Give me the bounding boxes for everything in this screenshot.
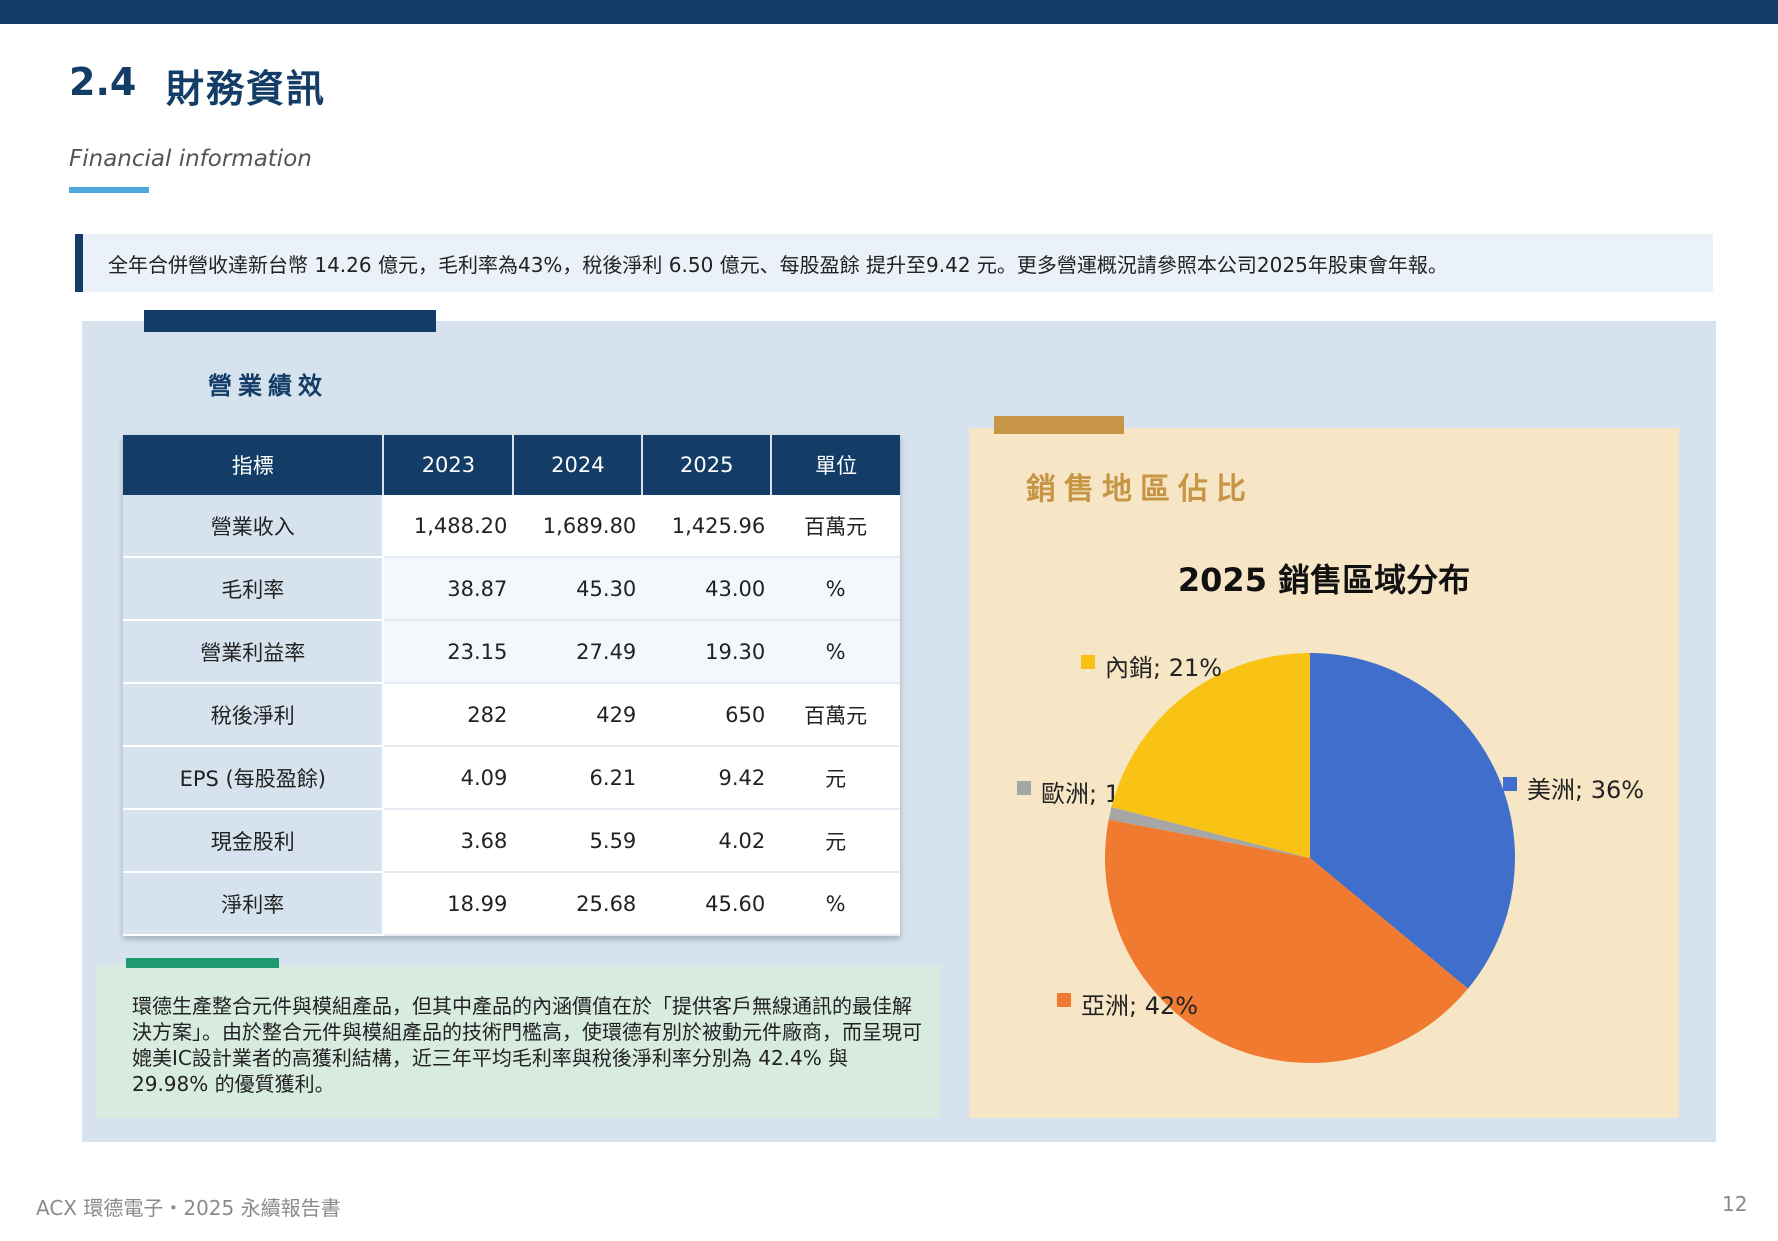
performance-table: 指標 2023 2024 2025 單位 營業收入 1,488.20 1,689… (123, 435, 900, 936)
cell-unit: 元 (771, 809, 900, 873)
note-tab (126, 958, 279, 968)
cell-2025: 9.42 (642, 746, 772, 810)
table-row: 營業收入 1,488.20 1,689.80 1,425.96 百萬元 (123, 495, 900, 558)
top-banner (0, 0, 1778, 24)
column-header: 單位 (771, 435, 900, 495)
table-row: 營業利益率 23.15 27.49 19.30 % (123, 620, 900, 684)
summary-text: 全年合併營收達新台幣 14.26 億元，毛利率為43%，稅後淨利 6.50 億元… (108, 253, 1448, 277)
cell-2025: 650 (642, 683, 772, 747)
summary-accent-bar (75, 234, 83, 292)
cell-2023: 282 (383, 683, 514, 747)
cell-2023: 3.68 (383, 809, 514, 873)
section-title: 財務資訊 (166, 67, 327, 111)
pie-data-label-0: 美洲; 36% (1527, 776, 1644, 804)
cell-2024: 25.68 (513, 872, 643, 936)
section-number: 2.4 (69, 60, 137, 104)
pie-label-marker-1 (1057, 993, 1071, 1007)
performance-title: 營業績效 (208, 372, 328, 400)
section-subtitle: Financial information (69, 146, 312, 172)
cell-unit: 元 (771, 746, 900, 810)
cell-unit: 百萬元 (771, 683, 900, 747)
row-label: 營業收入 (123, 495, 385, 558)
cell-2025: 43.00 (642, 557, 772, 621)
note-text: 環德生產整合元件與模組產品，但其中產品的內涵價值在於「提供客戶無線通訊的最佳解決… (132, 994, 922, 1096)
column-header: 2023 (383, 435, 515, 495)
pie-data-label-1: 亞洲; 42% (1081, 992, 1198, 1020)
table-row: 淨利率 18.99 25.68 45.60 % (123, 872, 900, 936)
column-header: 2025 (642, 435, 773, 495)
pie-label-marker-2 (1017, 781, 1031, 795)
pie-label-marker-0 (1503, 777, 1517, 791)
cell-2025: 45.60 (642, 872, 772, 936)
cell-2024: 1,689.80 (513, 495, 643, 558)
cell-unit: 百萬元 (771, 495, 900, 558)
row-label: 稅後淨利 (123, 683, 385, 747)
column-header: 2024 (513, 435, 644, 495)
cell-2025: 4.02 (642, 809, 772, 873)
table-row: 現金股利 3.68 5.59 4.02 元 (123, 809, 900, 873)
cell-2024: 429 (513, 683, 643, 747)
panel-tab (144, 310, 436, 332)
cell-2023: 1,488.20 (383, 495, 514, 558)
cell-2025: 19.30 (642, 620, 772, 684)
footer-report-name: ACX 環德電子・2025 永續報告書 (36, 1196, 341, 1220)
cell-2023: 38.87 (383, 557, 514, 621)
table-row: EPS (每股盈餘) 4.09 6.21 9.42 元 (123, 746, 900, 810)
table-row: 毛利率 38.87 45.30 43.00 % (123, 557, 900, 621)
row-label: 營業利益率 (123, 620, 385, 684)
row-label: 淨利率 (123, 872, 385, 936)
table-row: 稅後淨利 282 429 650 百萬元 (123, 683, 900, 747)
subtitle-underline (69, 187, 149, 193)
cell-2024: 27.49 (513, 620, 643, 684)
pie-chart: 美洲; 36%亞洲; 42%歐洲; 1%內銷; 21% (1017, 653, 1644, 1063)
row-label: EPS (每股盈餘) (123, 746, 385, 810)
cell-2023: 18.99 (383, 872, 514, 936)
pie-data-label-3: 內銷; 21% (1105, 654, 1222, 682)
row-label: 毛利率 (123, 557, 385, 621)
cell-2024: 45.30 (513, 557, 643, 621)
cell-2023: 4.09 (383, 746, 514, 810)
table-header-row: 指標 2023 2024 2025 單位 (123, 435, 900, 495)
row-label: 現金股利 (123, 809, 385, 873)
cell-2024: 6.21 (513, 746, 643, 810)
cell-unit: % (771, 620, 900, 684)
page-number: 12 (1722, 1192, 1748, 1216)
pie-label-marker-3 (1081, 655, 1095, 669)
cell-2023: 23.15 (383, 620, 514, 684)
cell-2024: 5.59 (513, 809, 643, 873)
cell-unit: % (771, 872, 900, 936)
column-header: 指標 (123, 435, 385, 495)
cell-unit: % (771, 557, 900, 621)
cell-2025: 1,425.96 (642, 495, 772, 558)
